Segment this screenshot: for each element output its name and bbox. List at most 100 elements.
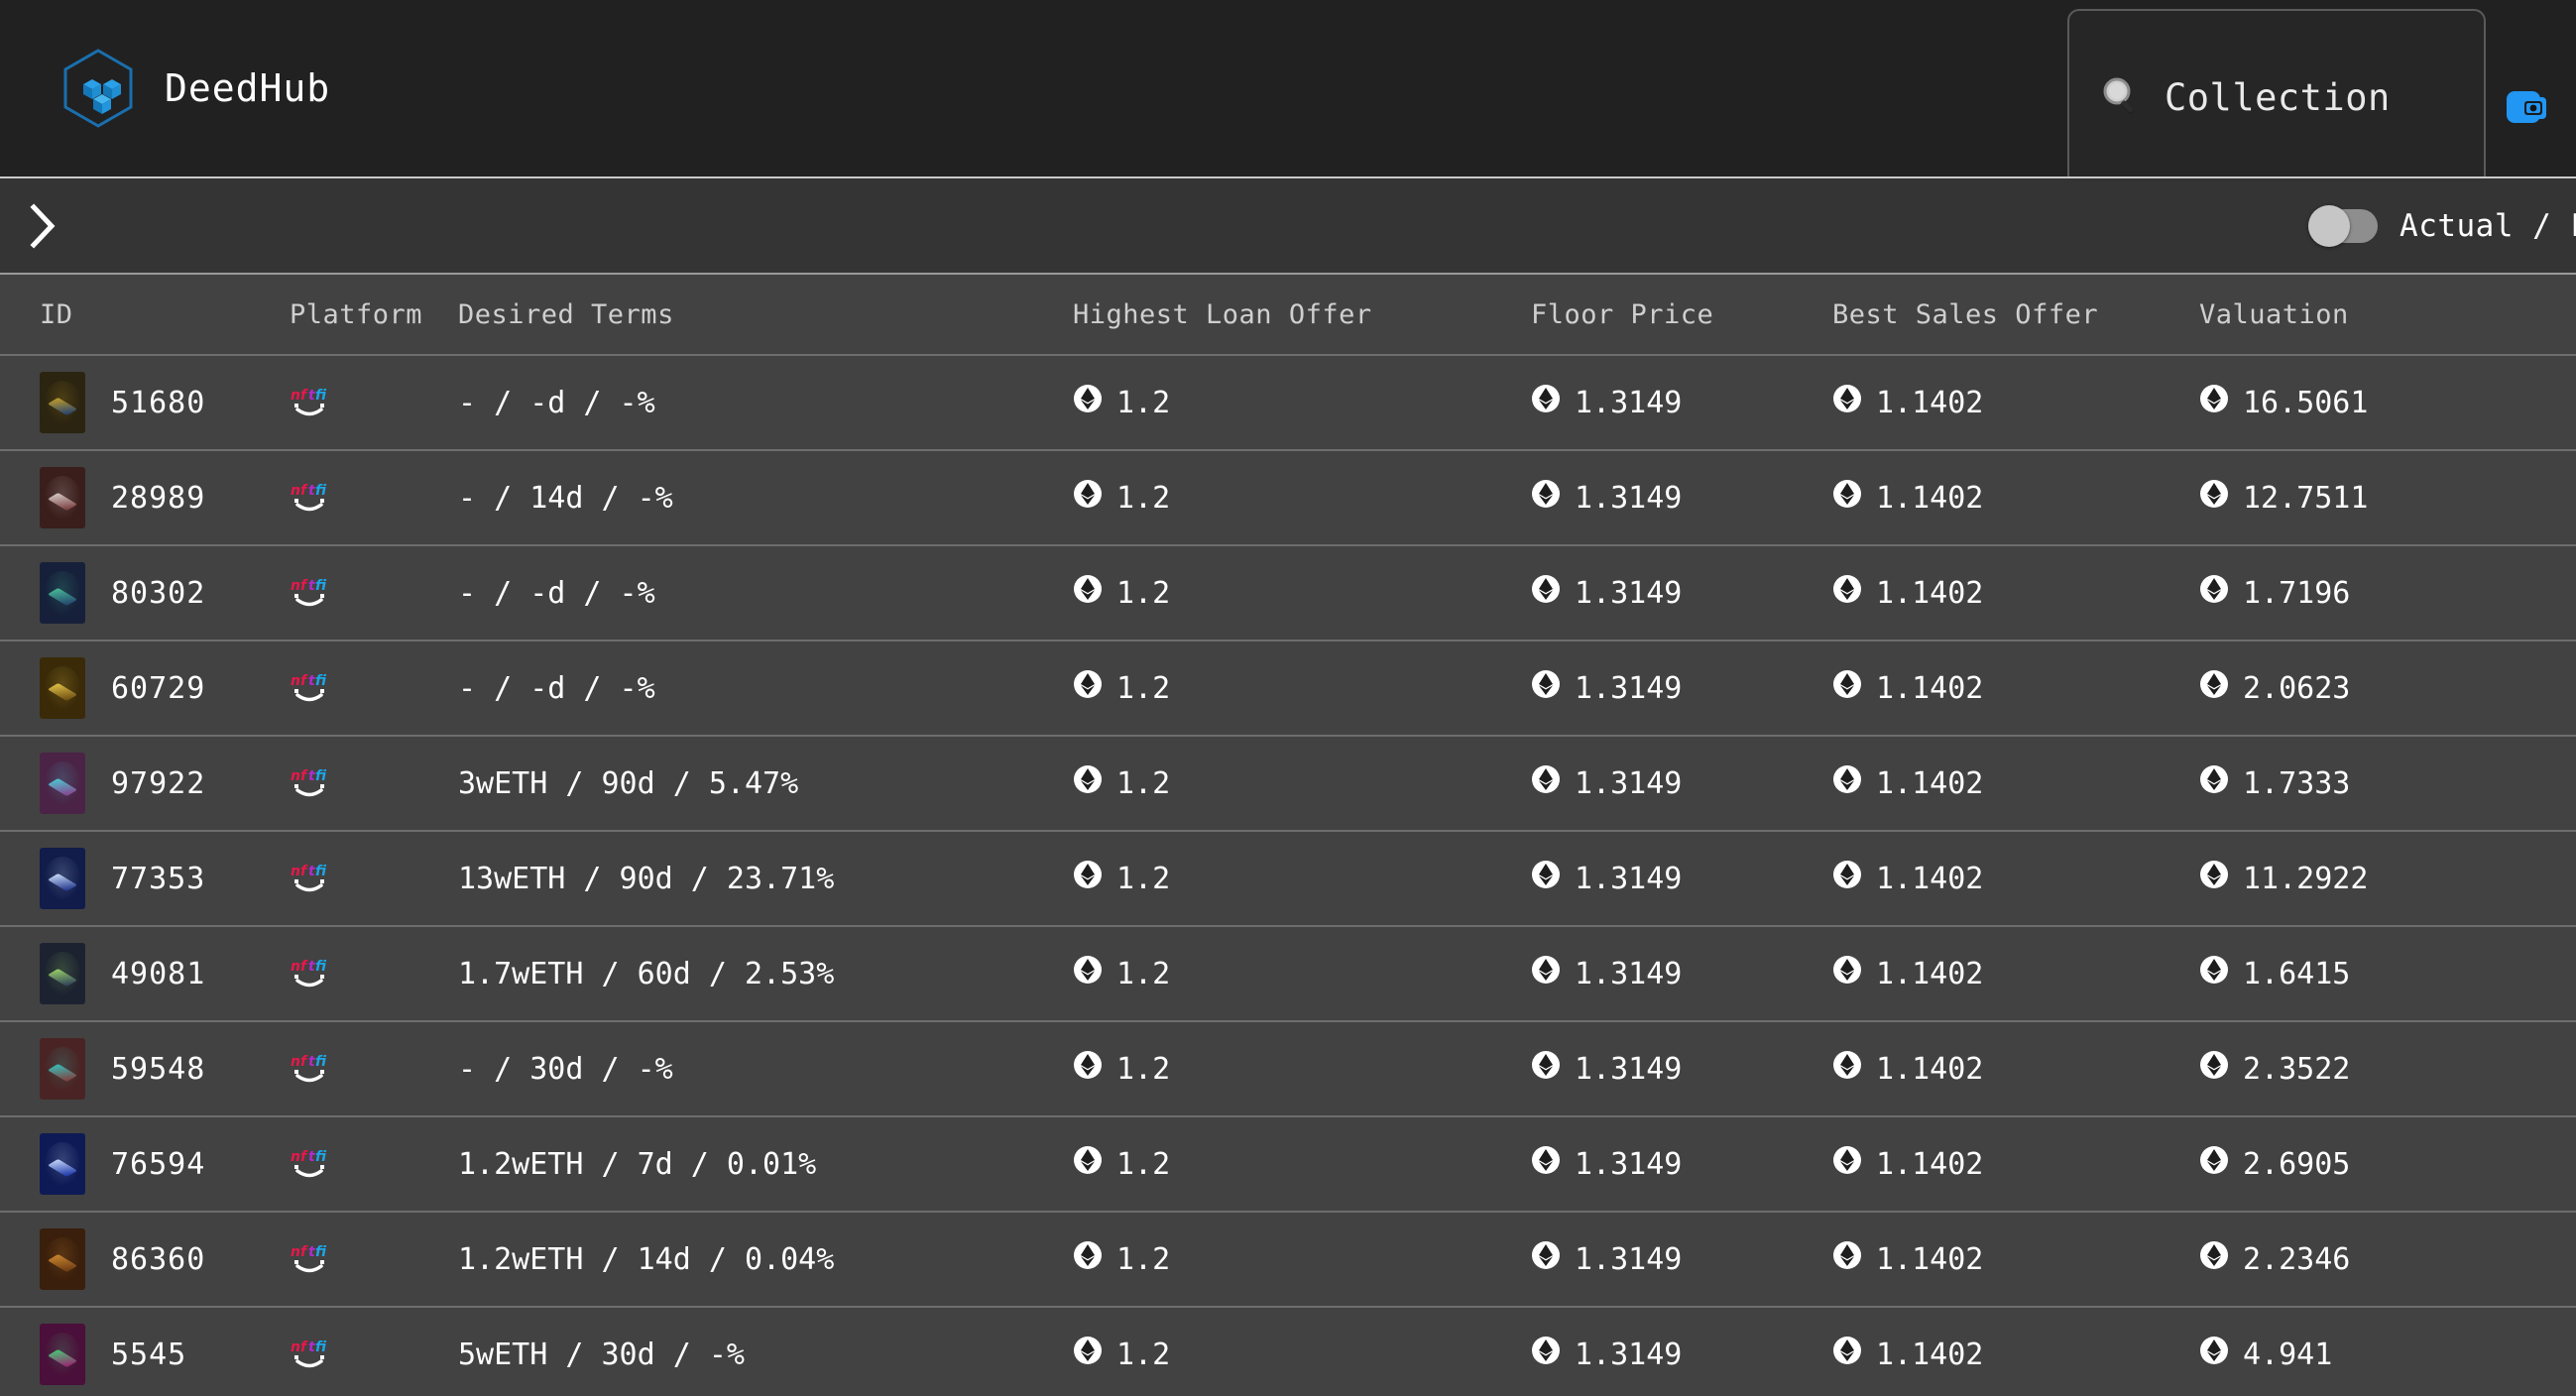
cell-floor-price: 1.3149 bbox=[1531, 479, 1832, 517]
eth-icon bbox=[2199, 1336, 2229, 1373]
cell-id[interactable]: 60729 bbox=[0, 657, 290, 719]
nftfi-logo-icon: nf t fi bbox=[290, 1338, 329, 1371]
valuation: 1.6415 bbox=[2199, 955, 2350, 992]
column-header-platform[interactable]: Platform bbox=[290, 299, 458, 330]
eth-icon bbox=[2199, 1240, 2229, 1278]
cell-platform[interactable]: nf t fi bbox=[290, 862, 458, 895]
table-row[interactable]: 49081 nf t fi 1.7wETH / 60d / 2.53% 1.2 … bbox=[0, 927, 2576, 1022]
column-header-loan[interactable]: Highest Loan Offer bbox=[1073, 299, 1531, 330]
valuation-text: 16.5061 bbox=[2243, 385, 2369, 420]
eth-icon bbox=[1073, 669, 1103, 707]
cell-valuation: 2.2346 bbox=[2199, 1240, 2576, 1278]
eth-icon bbox=[1531, 860, 1561, 897]
svg-text:nf: nf bbox=[291, 1339, 308, 1355]
eth-icon bbox=[1531, 955, 1561, 992]
column-header-valuation[interactable]: Valuation bbox=[2199, 299, 2576, 330]
nft-thumbnail bbox=[40, 1038, 85, 1100]
cell-id[interactable]: 28989 bbox=[0, 467, 290, 528]
highest-loan-offer-text: 1.2 bbox=[1116, 1146, 1171, 1182]
cell-platform[interactable]: nf t fi bbox=[290, 1052, 458, 1086]
best-sales-offer-text: 1.1402 bbox=[1876, 956, 1984, 991]
cell-id[interactable]: 86360 bbox=[0, 1228, 290, 1290]
floor-price: 1.3149 bbox=[1531, 764, 1682, 802]
cell-platform[interactable]: nf t fi bbox=[290, 957, 458, 990]
column-header-floor[interactable]: Floor Price bbox=[1531, 299, 1832, 330]
cell-highest-loan-offer: 1.2 bbox=[1073, 384, 1531, 421]
cell-highest-loan-offer: 1.2 bbox=[1073, 1240, 1531, 1278]
table-toolbar: Actual / LTV bbox=[0, 176, 2576, 275]
best-sales-offer: 1.1402 bbox=[1832, 860, 1983, 897]
table-row[interactable]: 51680 nf t fi - / -d / -% 1.2 1.3149 1.1… bbox=[0, 356, 2576, 451]
cell-id[interactable]: 80302 bbox=[0, 562, 290, 624]
table-row[interactable]: 59548 nf t fi - / 30d / -% 1.2 1.3149 1.… bbox=[0, 1022, 2576, 1117]
cell-platform[interactable]: nf t fi bbox=[290, 576, 458, 610]
cell-floor-price: 1.3149 bbox=[1531, 1145, 1832, 1183]
cell-highest-loan-offer: 1.2 bbox=[1073, 669, 1531, 707]
eth-icon bbox=[1073, 860, 1103, 897]
nftfi-logo-icon: nf t fi bbox=[290, 1052, 329, 1086]
column-header-id[interactable]: ID bbox=[0, 299, 290, 330]
best-sales-offer: 1.1402 bbox=[1832, 1050, 1983, 1088]
valuation-text: 2.3522 bbox=[2243, 1051, 2351, 1087]
app-title: DeedHub bbox=[165, 66, 331, 110]
cell-id[interactable]: 77353 bbox=[0, 848, 290, 909]
cell-platform[interactable]: nf t fi bbox=[290, 766, 458, 800]
highest-loan-offer: 1.2 bbox=[1073, 384, 1170, 421]
cell-id[interactable]: 5545 bbox=[0, 1324, 290, 1385]
cell-floor-price: 1.3149 bbox=[1531, 384, 1832, 421]
valuation: 2.0623 bbox=[2199, 669, 2350, 707]
floor-price: 1.3149 bbox=[1531, 1050, 1682, 1088]
cell-id[interactable]: 76594 bbox=[0, 1133, 290, 1195]
cell-platform[interactable]: nf t fi bbox=[290, 1242, 458, 1276]
collection-search-input[interactable]: Collection bbox=[2067, 9, 2486, 186]
cell-id[interactable]: 51680 bbox=[0, 372, 290, 433]
table-row[interactable]: 77353 nf t fi 13wETH / 90d / 23.71% 1.2 … bbox=[0, 832, 2576, 927]
cell-best-sales-offer: 1.1402 bbox=[1832, 1145, 2199, 1183]
eth-icon bbox=[1531, 1240, 1561, 1278]
table-row[interactable]: 80302 nf t fi - / -d / -% 1.2 1.3149 1.1… bbox=[0, 546, 2576, 641]
cell-platform[interactable]: nf t fi bbox=[290, 1338, 458, 1371]
table-row[interactable]: 28989 nf t fi - / 14d / -% 1.2 1.3149 1.… bbox=[0, 451, 2576, 546]
cell-id[interactable]: 59548 bbox=[0, 1038, 290, 1100]
nftfi-logo-icon: nf t fi bbox=[290, 1147, 329, 1181]
actual-ltv-toggle-group[interactable]: Actual / LTV bbox=[2308, 178, 2576, 273]
highest-loan-offer-text: 1.2 bbox=[1116, 670, 1171, 706]
table-row[interactable]: 86360 nf t fi 1.2wETH / 14d / 0.04% 1.2 … bbox=[0, 1213, 2576, 1308]
column-header-terms[interactable]: Desired Terms bbox=[458, 299, 1073, 330]
eth-icon bbox=[1832, 479, 1862, 517]
column-header-sales[interactable]: Best Sales Offer bbox=[1832, 299, 2199, 330]
wallet-icon[interactable] bbox=[2501, 81, 2552, 133]
highest-loan-offer-text: 1.2 bbox=[1116, 480, 1171, 516]
highest-loan-offer-text: 1.2 bbox=[1116, 861, 1171, 896]
floor-price: 1.3149 bbox=[1531, 479, 1682, 517]
eth-icon bbox=[1531, 1336, 1561, 1373]
table-row[interactable]: 97922 nf t fi 3wETH / 90d / 5.47% 1.2 1.… bbox=[0, 737, 2576, 832]
nftfi-logo-icon: nf t fi bbox=[290, 957, 329, 990]
eth-icon bbox=[2199, 1050, 2229, 1088]
table-row[interactable]: 5545 nf t fi 5wETH / 30d / -% 1.2 1.3149 bbox=[0, 1308, 2576, 1396]
floor-price: 1.3149 bbox=[1531, 1145, 1682, 1183]
cell-id[interactable]: 97922 bbox=[0, 753, 290, 814]
best-sales-offer-text: 1.1402 bbox=[1876, 1051, 1984, 1087]
actual-ltv-toggle-switch[interactable] bbox=[2308, 204, 2379, 247]
valuation-text: 1.7196 bbox=[2243, 575, 2351, 611]
cell-platform[interactable]: nf t fi bbox=[290, 386, 458, 419]
nft-id-text: 28989 bbox=[111, 480, 206, 516]
valuation-text: 11.2922 bbox=[2243, 861, 2369, 896]
chevron-right-icon[interactable] bbox=[28, 202, 58, 250]
cell-platform[interactable]: nf t fi bbox=[290, 481, 458, 515]
eth-icon bbox=[2199, 479, 2229, 517]
floor-price: 1.3149 bbox=[1531, 669, 1682, 707]
svg-text:fi: fi bbox=[315, 673, 327, 689]
cell-id[interactable]: 49081 bbox=[0, 943, 290, 1004]
cell-highest-loan-offer: 1.2 bbox=[1073, 1050, 1531, 1088]
floor-price-text: 1.3149 bbox=[1575, 861, 1683, 896]
nft-thumbnail bbox=[40, 372, 85, 433]
cell-platform[interactable]: nf t fi bbox=[290, 671, 458, 705]
eth-icon bbox=[1531, 1145, 1561, 1183]
cell-platform[interactable]: nf t fi bbox=[290, 1147, 458, 1181]
table-row[interactable]: 60729 nf t fi - / -d / -% 1.2 1.3149 1.1… bbox=[0, 641, 2576, 737]
svg-text:nf: nf bbox=[291, 959, 308, 975]
table-row[interactable]: 76594 nf t fi 1.2wETH / 7d / 0.01% 1.2 1… bbox=[0, 1117, 2576, 1213]
highest-loan-offer: 1.2 bbox=[1073, 1050, 1170, 1088]
